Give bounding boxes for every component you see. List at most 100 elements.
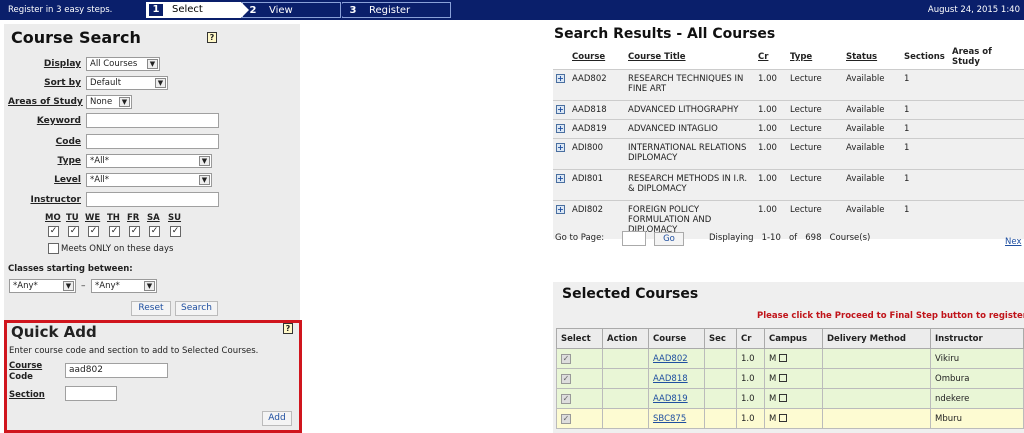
column-header-instructor: Instructor <box>930 328 1024 349</box>
type-value: *All* <box>90 156 110 166</box>
meets-only-checkbox[interactable] <box>48 243 59 254</box>
course-code-input[interactable]: aad802 <box>65 363 168 378</box>
help-icon[interactable]: ? <box>283 323 293 334</box>
day-checkbox-tu[interactable]: ✓ <box>68 226 79 237</box>
type-select[interactable]: *All* ▼ <box>86 154 212 168</box>
course-title: ADVANCED LITHOGRAPHY <box>625 100 755 120</box>
campus-code: M <box>769 353 777 364</box>
column-header-course[interactable]: Course <box>569 45 625 70</box>
action-cell <box>602 408 649 429</box>
end-time-select[interactable]: *Any* ▼ <box>91 279 157 293</box>
goto-page-input[interactable] <box>622 231 646 246</box>
section-input[interactable] <box>65 386 117 401</box>
search-button[interactable]: Search <box>175 301 218 316</box>
quick-add-title: Quick Add <box>11 323 97 341</box>
level-select[interactable]: *All* ▼ <box>86 173 212 187</box>
building-icon[interactable] <box>779 393 788 402</box>
start-time-value: *Any* <box>13 281 38 291</box>
day-checkbox-th[interactable]: ✓ <box>109 226 120 237</box>
next-page-link[interactable]: Nex <box>1005 237 1021 247</box>
display-select[interactable]: All Courses ▼ <box>86 57 160 71</box>
course-search-title: Course Search <box>11 28 141 47</box>
course-title: RESEARCH METHODS IN I.R. & DIPLOMACY <box>625 169 755 201</box>
course-areas <box>949 119 1024 139</box>
day-label-tu: TU <box>66 213 79 223</box>
range-dash: – <box>81 281 86 291</box>
day-checkbox-su[interactable]: ✓ <box>170 226 181 237</box>
table-row: ✓ AAD818 1.0 M Ombura <box>556 368 1024 389</box>
day-checkbox-sa[interactable]: ✓ <box>149 226 160 237</box>
expand-column-header <box>553 45 569 70</box>
campus-cell: M <box>764 388 823 409</box>
code-input[interactable] <box>86 134 219 149</box>
step-select[interactable]: 1 Select <box>146 2 241 18</box>
keyword-input[interactable] <box>86 113 219 128</box>
day-checkbox-mo[interactable]: ✓ <box>48 226 59 237</box>
table-row[interactable]: + AAD818 ADVANCED LITHOGRAPHY 1.00 Lectu… <box>553 100 1024 120</box>
campus-code: M <box>769 373 777 384</box>
cr-cell: 1.0 <box>736 388 765 409</box>
expand-icon[interactable]: + <box>556 105 565 114</box>
day-checkbox-we[interactable]: ✓ <box>88 226 99 237</box>
course-code: ADI801 <box>569 169 625 201</box>
go-button[interactable]: Go <box>654 232 684 246</box>
delivery-cell <box>822 388 931 409</box>
expand-icon[interactable]: + <box>556 205 565 214</box>
reset-button[interactable]: Reset <box>131 301 171 316</box>
building-icon[interactable] <box>779 353 788 362</box>
day-label-fr: FR <box>127 213 140 223</box>
course-search-panel: Course Search ? Display All Courses ▼ Sor… <box>4 24 300 320</box>
expand-icon[interactable]: + <box>556 124 565 133</box>
current-date: August 24, 2015 1:40 <box>927 5 1020 15</box>
course-link[interactable]: AAD819 <box>653 394 688 404</box>
course-link[interactable]: AAD802 <box>653 354 688 364</box>
course-link[interactable]: AAD818 <box>653 374 688 384</box>
table-row[interactable]: + ADI800 INTERNATIONAL RELATIONS DIPLOMA… <box>553 138 1024 170</box>
course-link[interactable]: SBC875 <box>653 414 686 424</box>
course-credits: 1.00 <box>755 138 787 170</box>
keyword-label: Keyword <box>36 116 81 126</box>
level-value: *All* <box>90 175 110 185</box>
action-cell <box>602 388 649 409</box>
select-checkbox[interactable]: ✓ <box>561 413 571 424</box>
day-checkbox-fr[interactable]: ✓ <box>129 226 140 237</box>
building-icon[interactable] <box>779 373 788 382</box>
building-icon[interactable] <box>779 413 788 422</box>
select-checkbox[interactable]: ✓ <box>561 373 571 384</box>
column-header-status[interactable]: Status <box>843 45 901 70</box>
expand-icon[interactable]: + <box>556 74 565 83</box>
delivery-cell <box>822 348 931 369</box>
sortby-select[interactable]: Default ▼ <box>86 76 168 90</box>
search-results-title: Search Results - All Courses <box>554 26 776 42</box>
displaying-count: Displaying 1-10 of 698 Course(s) <box>709 233 871 243</box>
step-view[interactable]: 2 View <box>242 2 341 18</box>
course-type: Lecture <box>787 100 843 120</box>
action-cell <box>602 368 649 389</box>
column-header-title[interactable]: Course Title <box>625 45 755 70</box>
select-checkbox[interactable]: ✓ <box>561 353 571 364</box>
areas-select[interactable]: None ▼ <box>86 95 132 109</box>
campus-code: M <box>769 413 777 424</box>
start-time-select[interactable]: *Any* ▼ <box>9 279 76 293</box>
expand-icon[interactable]: + <box>556 174 565 183</box>
help-icon[interactable]: ? <box>207 32 217 43</box>
step-register[interactable]: 3 Register <box>342 2 451 18</box>
course-code-label: Course <box>9 361 43 371</box>
column-header-type[interactable]: Type <box>787 45 843 70</box>
add-button[interactable]: Add <box>262 411 292 426</box>
chevron-down-icon: ▼ <box>119 97 130 107</box>
select-checkbox[interactable]: ✓ <box>561 393 571 404</box>
expand-icon[interactable]: + <box>556 143 565 152</box>
areas-label: Areas of Study <box>8 97 83 107</box>
column-header-sections: Sections <box>904 52 945 62</box>
table-row[interactable]: + AAD819 ADVANCED INTAGLIO 1.00 Lecture … <box>553 119 1024 139</box>
chevron-down-icon: ▼ <box>144 281 155 291</box>
column-header-cr[interactable]: Cr <box>755 45 787 70</box>
course-credits: 1.00 <box>755 100 787 120</box>
table-row: ✓ AAD802 1.0 M Vikiru <box>556 348 1024 369</box>
table-row[interactable]: + ADI801 RESEARCH METHODS IN I.R. & DIPL… <box>553 169 1024 201</box>
table-row[interactable]: + AAD802 RESEARCH TECHNIQUES IN FINE ART… <box>553 69 1024 101</box>
instructor-input[interactable] <box>86 192 219 207</box>
column-header-action: Action <box>602 328 649 349</box>
quick-add-instructions: Enter course code and section to add to … <box>9 346 259 356</box>
